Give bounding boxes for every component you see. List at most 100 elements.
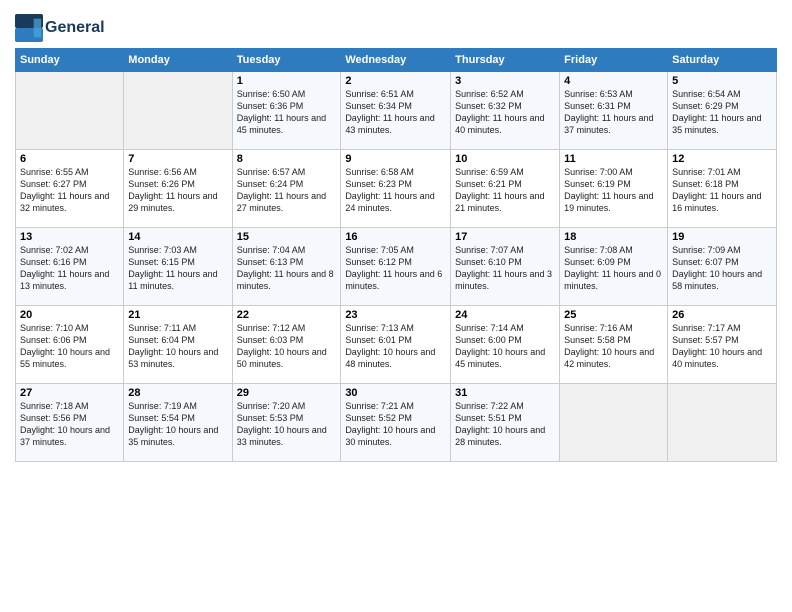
day-number: 2: [345, 75, 446, 87]
day-number: 11: [564, 153, 663, 165]
day-number: 12: [672, 153, 772, 165]
logo-text: General: [45, 19, 105, 37]
calendar-cell: 12Sunrise: 7:01 AMSunset: 6:18 PMDayligh…: [668, 150, 777, 228]
day-number: 5: [672, 75, 772, 87]
day-info: Sunrise: 6:57 AMSunset: 6:24 PMDaylight:…: [237, 166, 337, 215]
day-number: 1: [237, 75, 337, 87]
day-number: 14: [128, 231, 227, 243]
calendar-cell: 13Sunrise: 7:02 AMSunset: 6:16 PMDayligh…: [16, 228, 124, 306]
calendar-cell: 15Sunrise: 7:04 AMSunset: 6:13 PMDayligh…: [232, 228, 341, 306]
day-number: 27: [20, 387, 119, 399]
day-info: Sunrise: 7:09 AMSunset: 6:07 PMDaylight:…: [672, 244, 772, 293]
calendar-cell: [124, 72, 232, 150]
calendar-cell: 7Sunrise: 6:56 AMSunset: 6:26 PMDaylight…: [124, 150, 232, 228]
day-number: 18: [564, 231, 663, 243]
day-number: 30: [345, 387, 446, 399]
weekday-header: Wednesday: [341, 49, 451, 72]
day-info: Sunrise: 7:18 AMSunset: 5:56 PMDaylight:…: [20, 400, 119, 449]
day-info: Sunrise: 6:52 AMSunset: 6:32 PMDaylight:…: [455, 88, 555, 137]
calendar-cell: 8Sunrise: 6:57 AMSunset: 6:24 PMDaylight…: [232, 150, 341, 228]
day-info: Sunrise: 6:53 AMSunset: 6:31 PMDaylight:…: [564, 88, 663, 137]
calendar-cell: 28Sunrise: 7:19 AMSunset: 5:54 PMDayligh…: [124, 384, 232, 462]
day-info: Sunrise: 7:21 AMSunset: 5:52 PMDaylight:…: [345, 400, 446, 449]
day-info: Sunrise: 7:16 AMSunset: 5:58 PMDaylight:…: [564, 322, 663, 371]
calendar-cell: 11Sunrise: 7:00 AMSunset: 6:19 PMDayligh…: [560, 150, 668, 228]
calendar-cell: 10Sunrise: 6:59 AMSunset: 6:21 PMDayligh…: [451, 150, 560, 228]
day-info: Sunrise: 7:07 AMSunset: 6:10 PMDaylight:…: [455, 244, 555, 293]
calendar-cell: 2Sunrise: 6:51 AMSunset: 6:34 PMDaylight…: [341, 72, 451, 150]
calendar-cell: [16, 72, 124, 150]
day-number: 28: [128, 387, 227, 399]
day-number: 17: [455, 231, 555, 243]
day-number: 13: [20, 231, 119, 243]
calendar-cell: 27Sunrise: 7:18 AMSunset: 5:56 PMDayligh…: [16, 384, 124, 462]
weekday-header: Saturday: [668, 49, 777, 72]
calendar-week-row: 6Sunrise: 6:55 AMSunset: 6:27 PMDaylight…: [16, 150, 777, 228]
calendar-header: SundayMondayTuesdayWednesdayThursdayFrid…: [16, 49, 777, 72]
day-number: 26: [672, 309, 772, 321]
day-info: Sunrise: 6:50 AMSunset: 6:36 PMDaylight:…: [237, 88, 337, 137]
day-number: 10: [455, 153, 555, 165]
calendar-week-row: 20Sunrise: 7:10 AMSunset: 6:06 PMDayligh…: [16, 306, 777, 384]
day-info: Sunrise: 7:17 AMSunset: 5:57 PMDaylight:…: [672, 322, 772, 371]
day-info: Sunrise: 7:00 AMSunset: 6:19 PMDaylight:…: [564, 166, 663, 215]
day-info: Sunrise: 6:54 AMSunset: 6:29 PMDaylight:…: [672, 88, 772, 137]
day-info: Sunrise: 7:22 AMSunset: 5:51 PMDaylight:…: [455, 400, 555, 449]
day-info: Sunrise: 7:19 AMSunset: 5:54 PMDaylight:…: [128, 400, 227, 449]
page-container: General SundayMondayTuesdayWednesdayThur…: [0, 0, 792, 472]
day-info: Sunrise: 6:59 AMSunset: 6:21 PMDaylight:…: [455, 166, 555, 215]
day-info: Sunrise: 7:10 AMSunset: 6:06 PMDaylight:…: [20, 322, 119, 371]
day-number: 4: [564, 75, 663, 87]
calendar-cell: 25Sunrise: 7:16 AMSunset: 5:58 PMDayligh…: [560, 306, 668, 384]
calendar-cell: 18Sunrise: 7:08 AMSunset: 6:09 PMDayligh…: [560, 228, 668, 306]
day-number: 19: [672, 231, 772, 243]
day-info: Sunrise: 7:11 AMSunset: 6:04 PMDaylight:…: [128, 322, 227, 371]
calendar-cell: 24Sunrise: 7:14 AMSunset: 6:00 PMDayligh…: [451, 306, 560, 384]
day-number: 23: [345, 309, 446, 321]
day-number: 21: [128, 309, 227, 321]
calendar-cell: 19Sunrise: 7:09 AMSunset: 6:07 PMDayligh…: [668, 228, 777, 306]
calendar-cell: 20Sunrise: 7:10 AMSunset: 6:06 PMDayligh…: [16, 306, 124, 384]
weekday-header: Friday: [560, 49, 668, 72]
weekday-header: Tuesday: [232, 49, 341, 72]
calendar-cell: 23Sunrise: 7:13 AMSunset: 6:01 PMDayligh…: [341, 306, 451, 384]
calendar-cell: 21Sunrise: 7:11 AMSunset: 6:04 PMDayligh…: [124, 306, 232, 384]
calendar-body: 1Sunrise: 6:50 AMSunset: 6:36 PMDaylight…: [16, 72, 777, 462]
day-info: Sunrise: 7:05 AMSunset: 6:12 PMDaylight:…: [345, 244, 446, 293]
calendar-table: SundayMondayTuesdayWednesdayThursdayFrid…: [15, 48, 777, 462]
weekday-header: Monday: [124, 49, 232, 72]
weekday-header: Thursday: [451, 49, 560, 72]
day-number: 15: [237, 231, 337, 243]
calendar-week-row: 27Sunrise: 7:18 AMSunset: 5:56 PMDayligh…: [16, 384, 777, 462]
day-number: 20: [20, 309, 119, 321]
day-info: Sunrise: 7:12 AMSunset: 6:03 PMDaylight:…: [237, 322, 337, 371]
calendar-cell: [668, 384, 777, 462]
weekday-header: Sunday: [16, 49, 124, 72]
calendar-cell: 9Sunrise: 6:58 AMSunset: 6:23 PMDaylight…: [341, 150, 451, 228]
calendar-cell: [560, 384, 668, 462]
day-info: Sunrise: 7:13 AMSunset: 6:01 PMDaylight:…: [345, 322, 446, 371]
day-info: Sunrise: 7:08 AMSunset: 6:09 PMDaylight:…: [564, 244, 663, 293]
calendar-cell: 6Sunrise: 6:55 AMSunset: 6:27 PMDaylight…: [16, 150, 124, 228]
day-number: 8: [237, 153, 337, 165]
calendar-cell: 17Sunrise: 7:07 AMSunset: 6:10 PMDayligh…: [451, 228, 560, 306]
header-row: SundayMondayTuesdayWednesdayThursdayFrid…: [16, 49, 777, 72]
day-info: Sunrise: 6:51 AMSunset: 6:34 PMDaylight:…: [345, 88, 446, 137]
calendar-cell: 29Sunrise: 7:20 AMSunset: 5:53 PMDayligh…: [232, 384, 341, 462]
day-number: 7: [128, 153, 227, 165]
day-info: Sunrise: 7:02 AMSunset: 6:16 PMDaylight:…: [20, 244, 119, 293]
calendar-cell: 16Sunrise: 7:05 AMSunset: 6:12 PMDayligh…: [341, 228, 451, 306]
day-info: Sunrise: 7:20 AMSunset: 5:53 PMDaylight:…: [237, 400, 337, 449]
calendar-cell: 26Sunrise: 7:17 AMSunset: 5:57 PMDayligh…: [668, 306, 777, 384]
day-number: 3: [455, 75, 555, 87]
day-number: 22: [237, 309, 337, 321]
calendar-cell: 22Sunrise: 7:12 AMSunset: 6:03 PMDayligh…: [232, 306, 341, 384]
header: General: [15, 10, 777, 42]
calendar-cell: 4Sunrise: 6:53 AMSunset: 6:31 PMDaylight…: [560, 72, 668, 150]
day-number: 16: [345, 231, 446, 243]
day-number: 6: [20, 153, 119, 165]
calendar-cell: 5Sunrise: 6:54 AMSunset: 6:29 PMDaylight…: [668, 72, 777, 150]
day-number: 24: [455, 309, 555, 321]
logo: General: [15, 14, 105, 42]
day-info: Sunrise: 6:56 AMSunset: 6:26 PMDaylight:…: [128, 166, 227, 215]
